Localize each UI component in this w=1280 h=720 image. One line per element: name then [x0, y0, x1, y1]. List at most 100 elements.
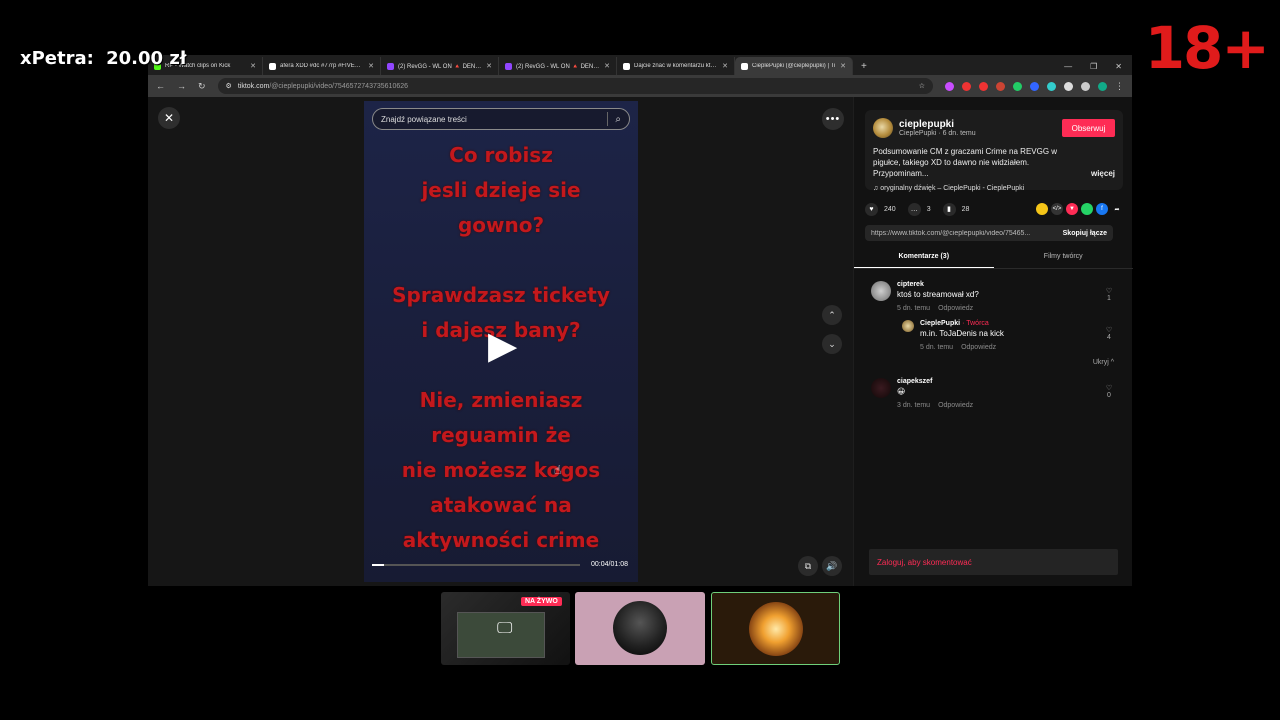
author-avatar[interactable]	[873, 118, 893, 138]
bookmark-star-icon[interactable]: ☆	[919, 82, 925, 90]
share-link-box: https://www.tiktok.com/@cieplepupki/vide…	[865, 225, 1113, 241]
facebook-icon[interactable]: f	[1096, 203, 1108, 215]
reply-like[interactable]: ♡ 4	[1103, 326, 1115, 341]
share-arrow-icon[interactable]: ➦	[1111, 203, 1123, 215]
play-icon[interactable]: ▶	[488, 327, 517, 365]
whatsapp-icon[interactable]	[1081, 203, 1093, 215]
browser-tab-bar: RP - Watch clips on Kick ✕ afera XDD #dc…	[148, 55, 1132, 75]
extension-icon[interactable]	[996, 81, 1005, 91]
next-video-button[interactable]: ⌄	[822, 334, 842, 354]
minimize-icon[interactable]: —	[1064, 62, 1072, 71]
sound-row[interactable]: ♫ oryginalny dźwięk – CieplePupki - Ciep…	[873, 185, 1115, 192]
coin-icon[interactable]	[1036, 203, 1048, 215]
close-tab-icon[interactable]: ✕	[604, 62, 610, 70]
close-tab-icon[interactable]: ✕	[840, 62, 846, 70]
heart-icon[interactable]: ♥	[865, 202, 878, 216]
save-count: 28	[961, 205, 970, 213]
reload-icon[interactable]: ↻	[198, 81, 206, 92]
reply-link[interactable]: Odpowiedz	[961, 344, 996, 351]
more-link[interactable]: więcej	[1091, 168, 1115, 179]
extension-icon[interactable]	[1047, 81, 1056, 91]
close-window-icon[interactable]: ✕	[1115, 62, 1122, 71]
comment-username[interactable]: ciapekszef	[897, 378, 981, 385]
comment-like[interactable]: ♡ 1	[1103, 287, 1115, 302]
comment-username[interactable]: cipterek	[897, 281, 981, 288]
puzzle-icon[interactable]	[1064, 81, 1073, 91]
site-info-icon[interactable]: ⚙	[226, 82, 232, 90]
creator-tag: · Twórca	[962, 320, 989, 327]
reply-text: m.in. ToJaDenis na kick	[920, 329, 1004, 338]
tab-comments[interactable]: Komentarze (3)	[854, 249, 994, 268]
related-search-input[interactable]: Znajdź powiązane treści ⌕	[372, 108, 630, 130]
close-tab-icon[interactable]: ✕	[250, 62, 256, 70]
creator-avatar[interactable]	[902, 320, 914, 332]
commenter-avatar[interactable]	[871, 281, 891, 301]
url-path: /@cieplepupki/video/7546572743735610626	[269, 82, 409, 90]
share-link[interactable]: https://www.tiktok.com/@cieplepupki/vide…	[871, 230, 1057, 237]
comment-icon[interactable]: …	[907, 202, 921, 216]
close-tab-icon[interactable]: ✕	[486, 62, 492, 70]
reply-link[interactable]: Odpowiedz	[938, 305, 973, 312]
author-subtitle: CieplePupki · 6 dn. temu	[899, 130, 976, 137]
reply-item: CieplePupki · Twórca m.in. ToJaDenis na k…	[902, 320, 1115, 351]
hide-replies-link[interactable]: Ukryj ^	[1093, 359, 1114, 366]
forward-icon[interactable]: →	[177, 81, 186, 91]
url-field[interactable]: ⚙ tiktok.com/@cieplepupki/video/75465727…	[217, 78, 933, 94]
media-icon[interactable]	[1081, 81, 1090, 91]
embed-icon[interactable]: </>	[1051, 203, 1063, 215]
comment-like[interactable]: ♡ 0	[1103, 384, 1115, 399]
close-video-button[interactable]: ✕	[158, 107, 180, 129]
details-panel: cieplepupki CieplePupki · 6 dn. temu Obs…	[853, 97, 1134, 586]
tab-creator-videos[interactable]: Filmy twórcy	[994, 249, 1134, 268]
twitch-icon	[505, 62, 512, 70]
donation-alert: xPetra: 20.00 zł	[20, 48, 186, 69]
more-options-button[interactable]: •••	[822, 108, 844, 130]
author-name[interactable]: cieplepupki	[899, 119, 976, 130]
commenter-avatar[interactable]	[871, 378, 891, 398]
creator-avatar-image	[613, 601, 667, 655]
login-to-comment[interactable]: Zaloguj, aby skomentować	[869, 549, 1118, 575]
video-caption-block1: Co robisz jesli dzieje sie gowno?	[421, 143, 581, 237]
follow-button[interactable]: Obserwuj	[1062, 119, 1115, 137]
bookmark-icon[interactable]: ▮	[942, 202, 956, 216]
browser-tab-active[interactable]: CieplePupki (@cieplepupki) | Ti ✕	[735, 57, 853, 75]
share-icons: </> ▼ f ➦	[1036, 203, 1123, 215]
floating-player-icon[interactable]: ⧉	[798, 556, 818, 576]
author-row: cieplepupki CieplePupki · 6 dn. temu Obs…	[873, 118, 1115, 138]
browser-tab[interactable]: afera XDD #dc #77rp #FIVEM # ✕	[263, 57, 381, 75]
restore-icon[interactable]: ❐	[1090, 62, 1097, 71]
video-timecode: 00:04/01:08	[591, 561, 628, 568]
previous-video-button[interactable]: ⌃	[822, 305, 842, 325]
stream-thumbnail[interactable]	[575, 592, 705, 665]
send-icon[interactable]: ▼	[1066, 203, 1078, 215]
progress-bar[interactable]	[372, 564, 580, 566]
extension-icon[interactable]	[979, 81, 988, 91]
extension-icon[interactable]	[945, 81, 954, 91]
close-tab-icon[interactable]: ✕	[722, 62, 728, 70]
search-icon[interactable]: ⌕	[615, 114, 621, 125]
extension-icon[interactable]	[962, 81, 971, 91]
reply-username[interactable]: CieplePupki	[920, 320, 960, 327]
browser-tab[interactable]: (2) RevGG - WL ON 🔺 DENIS 🔺 ✕	[381, 57, 499, 75]
creator-avatar-image	[749, 602, 803, 656]
copy-link-button[interactable]: Skopiuj łącze	[1063, 230, 1107, 237]
extension-icon[interactable]	[1013, 81, 1022, 91]
browser-tab[interactable]: (2) RevGG - WL ON 🔺 DENIS 🔺 ✕	[499, 57, 617, 75]
video-player[interactable]: Znajdź powiązane treści ⌕ Co robisz jesl…	[364, 101, 638, 582]
back-icon[interactable]: ←	[156, 81, 165, 91]
volume-icon[interactable]: 🔊	[822, 556, 842, 576]
menu-icon[interactable]: ⋮	[1115, 81, 1124, 92]
close-tab-icon[interactable]: ✕	[368, 62, 374, 70]
profile-icon[interactable]	[1098, 81, 1107, 91]
music-note-icon: ♫	[873, 185, 879, 192]
extension-icon[interactable]	[1030, 81, 1039, 91]
browser-tab[interactable]: Dajcie znac w komentarzu kto c ✕	[617, 57, 735, 75]
window-controls: — ❐ ✕	[1064, 57, 1132, 75]
stream-thumbnail-live[interactable]: 🖵 NA ŻYWO	[441, 592, 570, 665]
reply-link[interactable]: Odpowiedz	[938, 402, 973, 409]
description-card: cieplepupki CieplePupki · 6 dn. temu Obs…	[865, 110, 1123, 192]
tiktok-icon	[269, 62, 276, 70]
new-tab-button[interactable]: +	[853, 57, 875, 75]
stream-thumbnail-selected[interactable]	[711, 592, 840, 665]
reply-time: 5 dn. temu	[920, 344, 954, 351]
